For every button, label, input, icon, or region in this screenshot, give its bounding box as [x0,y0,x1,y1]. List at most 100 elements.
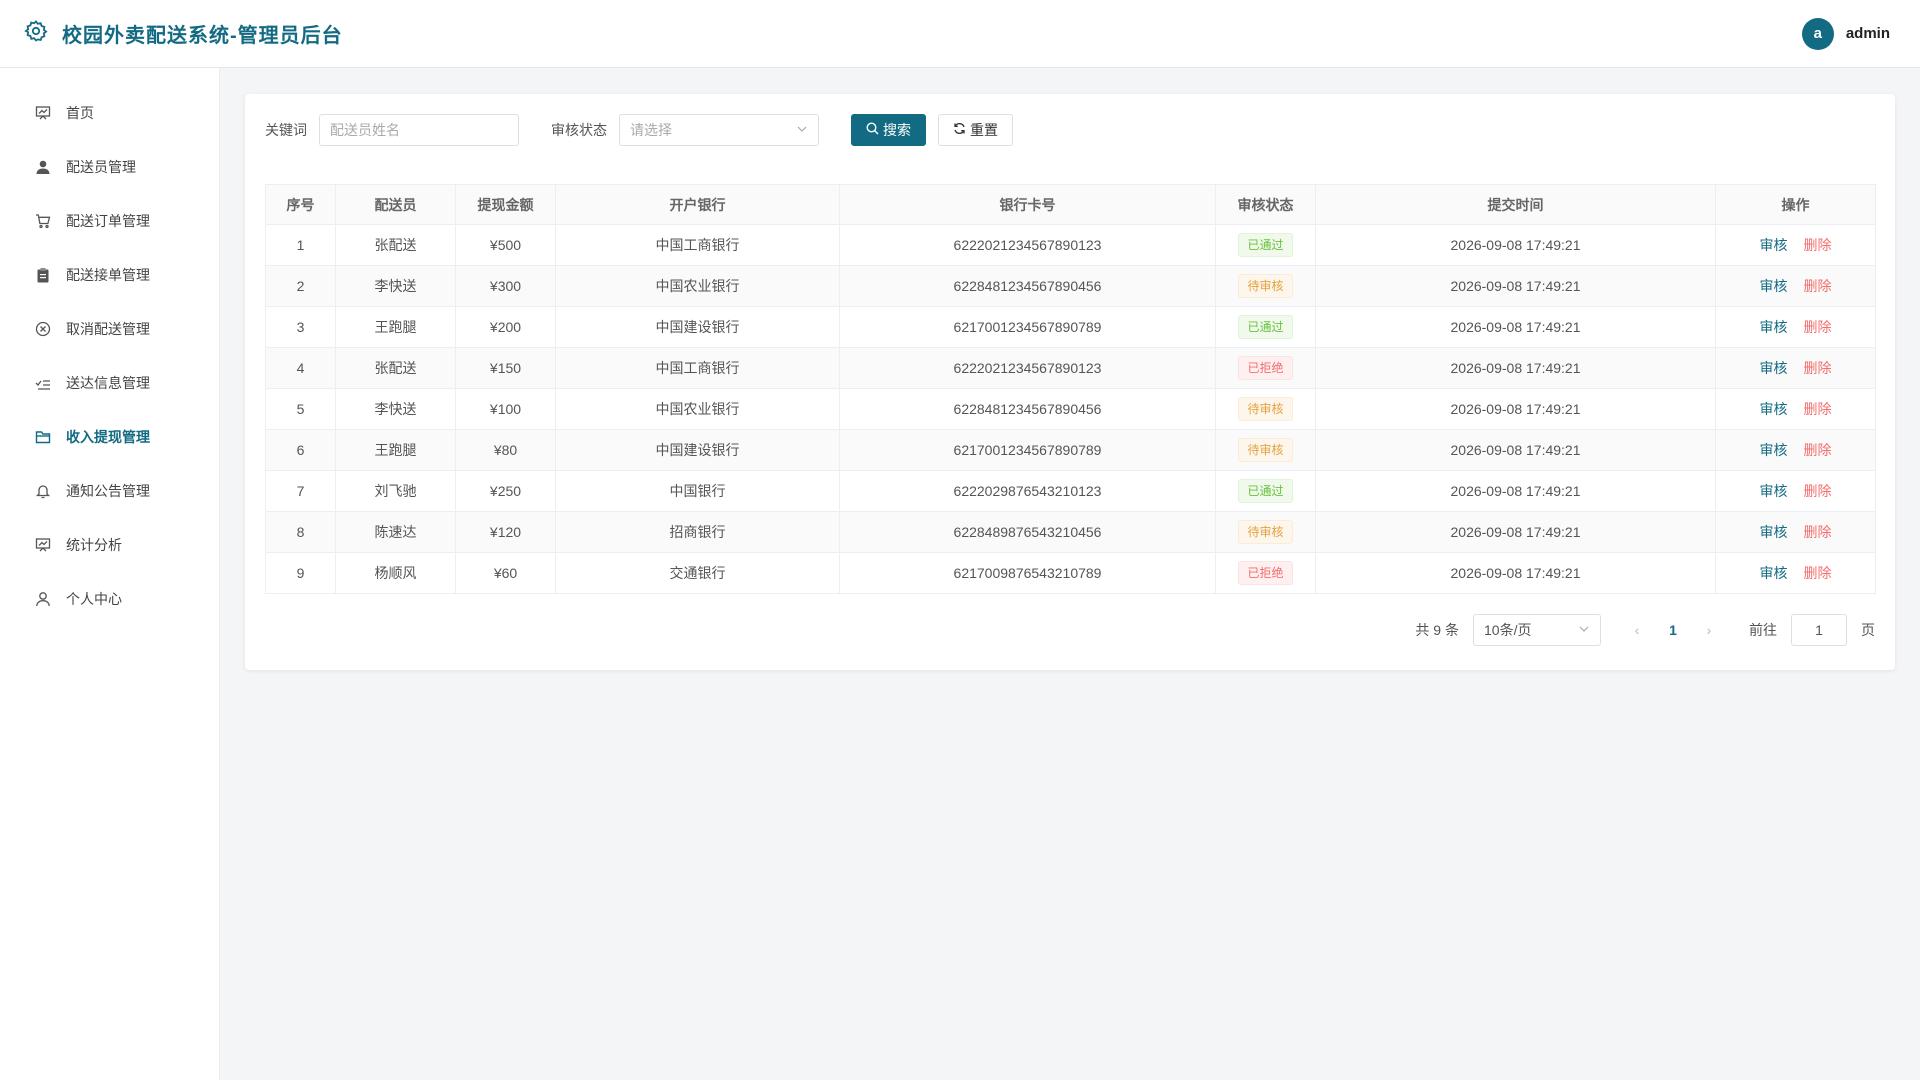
chevron-down-icon [1578,622,1590,638]
audit-link[interactable]: 审核 [1760,278,1788,294]
delete-link[interactable]: 删除 [1804,565,1832,581]
cell-card: 6222029876543210123 [839,470,1216,512]
status-label: 审核状态 [551,122,607,138]
status-select[interactable]: 请选择 [619,114,819,146]
cell-card: 6228481234567890456 [839,388,1216,430]
search-icon [866,122,879,138]
cell-status: 已通过 [1215,306,1316,348]
cell-bank: 招商银行 [555,511,840,553]
next-page-icon[interactable]: › [1699,622,1719,638]
delete-link[interactable]: 删除 [1804,524,1832,540]
cell-time: 2026-09-08 17:49:21 [1315,429,1716,471]
cell-no: 6 [265,429,336,471]
reset-button[interactable]: 重置 [938,114,1013,146]
goto-label: 前往 [1749,622,1777,638]
cell-status: 待审核 [1215,265,1316,307]
cell-no: 1 [265,224,336,266]
cell-actions: 审核 删除 [1715,224,1876,266]
sidebar-item-label: 配送员管理 [66,159,136,175]
table-row: 4 张配送 ¥150 中国工商银行 6222021234567890123 已拒… [265,347,1876,389]
sidebar-item-home[interactable]: 首页 [0,86,219,140]
sidebar-item-couriers[interactable]: 配送员管理 [0,140,219,194]
keyword-label: 关键词 [265,122,307,138]
cell-actions: 审核 删除 [1715,265,1876,307]
cell-courier: 陈速达 [335,511,456,553]
goto-page-input[interactable]: 1 [1791,614,1847,646]
cell-amount: ¥80 [455,429,556,471]
audit-link[interactable]: 审核 [1760,360,1788,376]
circle-x-icon [34,320,52,338]
search-button[interactable]: 搜索 [851,114,926,146]
col-header-amount: 提现金额 [455,184,556,225]
page-number-current[interactable]: 1 [1661,622,1685,638]
delete-link[interactable]: 删除 [1804,483,1832,499]
prev-page-icon[interactable]: ‹ [1627,622,1647,638]
cell-status: 已拒绝 [1215,347,1316,389]
delete-link[interactable]: 删除 [1804,360,1832,376]
cell-time: 2026-09-08 17:49:21 [1315,347,1716,389]
sidebar-item-label: 送达信息管理 [66,375,150,391]
cell-actions: 审核 删除 [1715,388,1876,430]
sidebar: 首页 配送员管理 配送订单管理 配送接单管理 取消配送管理 送达信息管理 收入提… [0,68,220,1080]
status-badge: 已通过 [1238,233,1293,257]
sidebar-item-notices[interactable]: 通知公告管理 [0,464,219,518]
sidebar-item-label: 配送接单管理 [66,267,150,283]
sidebar-item-stats[interactable]: 统计分析 [0,518,219,572]
page-size-select[interactable]: 10条/页 [1473,614,1601,646]
cell-card: 6228481234567890456 [839,265,1216,307]
keyword-input[interactable] [319,114,519,146]
delete-link[interactable]: 删除 [1804,319,1832,335]
table-row: 1 张配送 ¥500 中国工商银行 6222021234567890123 已通… [265,224,1876,266]
total-count: 共 9 条 [1415,622,1459,638]
col-header-no: 序号 [265,184,336,225]
sidebar-item-label: 通知公告管理 [66,483,150,499]
cell-amount: ¥100 [455,388,556,430]
cell-amount: ¥60 [455,552,556,594]
sidebar-item-withdraw[interactable]: 收入提现管理 [0,410,219,464]
col-header-bank: 开户银行 [555,184,840,225]
cell-courier: 李快送 [335,265,456,307]
delete-link[interactable]: 删除 [1804,237,1832,253]
delete-link[interactable]: 删除 [1804,278,1832,294]
sidebar-item-profile[interactable]: 个人中心 [0,572,219,626]
cell-no: 4 [265,347,336,389]
delete-link[interactable]: 删除 [1804,442,1832,458]
sidebar-item-delivered[interactable]: 送达信息管理 [0,356,219,410]
cell-bank: 中国建设银行 [555,429,840,471]
delete-link[interactable]: 删除 [1804,401,1832,417]
main-content: 关键词 审核状态 请选择 搜索 重置 序号 [220,68,1920,1080]
cell-no: 3 [265,306,336,348]
filter-bar: 关键词 审核状态 请选择 搜索 重置 [265,114,1875,146]
search-button-label: 搜索 [883,122,911,138]
sidebar-item-orders[interactable]: 配送订单管理 [0,194,219,248]
cell-status: 待审核 [1215,511,1316,553]
audit-link[interactable]: 审核 [1760,483,1788,499]
audit-link[interactable]: 审核 [1760,319,1788,335]
username[interactable]: admin [1846,25,1890,42]
sidebar-item-label: 配送订单管理 [66,213,150,229]
cell-card: 6217001234567890789 [839,306,1216,348]
cell-amount: ¥120 [455,511,556,553]
table-row: 2 李快送 ¥300 中国农业银行 6228481234567890456 待审… [265,265,1876,307]
user-menu[interactable]: a admin [1801,17,1890,50]
audit-link[interactable]: 审核 [1760,237,1788,253]
cell-no: 9 [265,552,336,594]
audit-link[interactable]: 审核 [1760,442,1788,458]
cell-card: 6222021234567890123 [839,224,1216,266]
audit-link[interactable]: 审核 [1760,401,1788,417]
gear-icon[interactable] [24,19,48,48]
audit-link[interactable]: 审核 [1760,565,1788,581]
avatar[interactable]: a [1801,17,1834,50]
user-outline-icon [34,590,52,608]
cell-courier: 刘飞驰 [335,470,456,512]
audit-link[interactable]: 审核 [1760,524,1788,540]
sidebar-item-cancel[interactable]: 取消配送管理 [0,302,219,356]
table-row: 7 刘飞驰 ¥250 中国银行 6222029876543210123 已通过 … [265,470,1876,512]
table-row: 6 王跑腿 ¥80 中国建设银行 6217001234567890789 待审核… [265,429,1876,471]
col-header-status: 审核状态 [1215,184,1316,225]
sidebar-item-accepts[interactable]: 配送接单管理 [0,248,219,302]
col-header-courier: 配送员 [335,184,456,225]
cell-bank: 中国建设银行 [555,306,840,348]
bell-icon [34,482,52,500]
cell-amount: ¥300 [455,265,556,307]
